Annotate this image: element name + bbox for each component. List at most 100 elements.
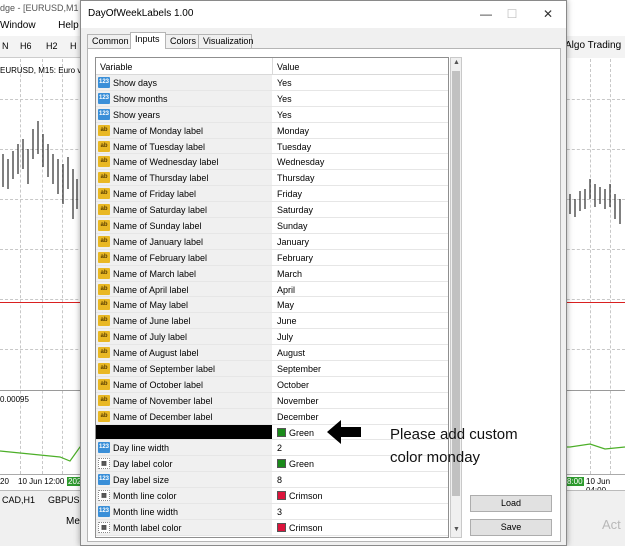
value-cell[interactable]: Monday: [273, 122, 448, 138]
input-row[interactable]: ab Name of March label March: [96, 265, 448, 282]
input-row[interactable]: ab Name of September label September: [96, 361, 448, 377]
input-row[interactable]: ab Name of October label October: [96, 376, 448, 393]
value-text: 2: [277, 443, 283, 454]
input-row[interactable]: ▦ Month line color Crimson: [96, 488, 448, 505]
value-text: February: [277, 252, 314, 263]
variable-cell: ab Name of Tuesday label: [96, 138, 272, 154]
value-cell[interactable]: May: [273, 297, 448, 313]
algo-trading-button[interactable]: Algo Trading: [565, 36, 625, 58]
input-row[interactable]: ab Name of August label August: [96, 345, 448, 362]
value-cell[interactable]: Crimson: [273, 519, 448, 535]
value-cell[interactable]: Yes: [273, 106, 448, 122]
value-text: December: [277, 411, 319, 422]
value-cell[interactable]: July: [273, 329, 448, 345]
scroll-up-icon[interactable]: ▲: [452, 59, 461, 69]
variable-label: Name of December label: [113, 411, 213, 422]
variable-cell: ab Name of June label: [96, 313, 272, 329]
input-row[interactable]: ab Name of Friday label Friday: [96, 186, 448, 203]
value-text: March: [277, 268, 303, 279]
load-button[interactable]: Load: [470, 495, 552, 512]
close-icon[interactable]: ✕: [533, 4, 563, 24]
value-text: Tuesday: [277, 141, 312, 152]
value-cell[interactable]: January: [273, 233, 448, 249]
value-cell[interactable]: Yes: [273, 75, 448, 90]
color-type-icon: ▦: [98, 458, 110, 470]
tab-inputs[interactable]: Inputs: [130, 32, 166, 49]
column-header-value[interactable]: Value: [277, 62, 299, 72]
value-text: April: [277, 284, 296, 295]
annotation-note: Please add custom color monday: [390, 423, 560, 469]
variable-cell: ▦ Day label color: [96, 456, 272, 472]
input-row[interactable]: 123 Day label size 8: [96, 472, 448, 489]
chart-tab[interactable]: CAD,H1: [2, 495, 35, 505]
value-cell[interactable]: Friday: [273, 186, 448, 202]
input-row[interactable]: ab Name of July label July: [96, 329, 448, 346]
value-cell[interactable]: November: [273, 392, 448, 408]
value-cell[interactable]: Yes: [273, 90, 448, 106]
variable-label: Month line color: [113, 491, 177, 502]
value-cell[interactable]: March: [273, 265, 448, 281]
timeframe-button[interactable]: H6: [20, 41, 32, 51]
maximize-icon: ☐: [506, 7, 518, 21]
value-cell[interactable]: Tuesday: [273, 138, 448, 154]
number-type-icon: 123: [98, 108, 110, 120]
input-row[interactable]: ab Name of May label May: [96, 297, 448, 314]
string-type-icon: ab: [98, 124, 110, 136]
input-row[interactable]: ab Name of November label November: [96, 392, 448, 409]
tab-common[interactable]: Common: [87, 34, 131, 48]
string-type-icon: ab: [98, 378, 110, 390]
tab-visualization[interactable]: Visualization: [198, 34, 253, 48]
input-row[interactable]: 123 Show years Yes: [96, 106, 448, 123]
value-text: June: [277, 316, 297, 327]
value-cell[interactable]: October: [273, 376, 448, 392]
input-row[interactable]: 123 Show months Yes: [96, 90, 448, 107]
dialog-titlebar[interactable]: DayOfWeekLabels 1.00 — ☐ ✕: [81, 1, 566, 28]
input-row[interactable]: ab Name of February label February: [96, 249, 448, 266]
input-row[interactable]: ab Name of Wednesday label Wednesday: [96, 154, 448, 171]
input-row[interactable]: ab Name of Thursday label Thursday: [96, 170, 448, 187]
value-cell[interactable]: August: [273, 345, 448, 361]
menu-window[interactable]: Window: [0, 20, 36, 31]
input-row[interactable]: ab Name of January label January: [96, 233, 448, 250]
timeframe-button[interactable]: H2: [46, 41, 58, 51]
input-row[interactable]: ab Name of Saturday label Saturday: [96, 202, 448, 219]
variable-cell: ab Name of August label: [96, 345, 272, 361]
value-cell[interactable]: Saturday: [273, 202, 448, 218]
value-cell[interactable]: February: [273, 249, 448, 265]
input-row[interactable]: ab Name of Tuesday label Tuesday: [96, 138, 448, 155]
value-cell[interactable]: Thursday: [273, 170, 448, 186]
color-swatch: [277, 491, 286, 501]
input-row[interactable]: ▦ Month label color Crimson: [96, 519, 448, 536]
value-text: August: [277, 348, 306, 359]
input-row[interactable]: 123 Show days Yes: [96, 75, 448, 91]
value-cell[interactable]: Sunday: [273, 218, 448, 233]
value-cell[interactable]: Wednesday: [273, 154, 448, 170]
save-button[interactable]: Save: [470, 519, 552, 536]
input-row[interactable]: 123 Month line width 3: [96, 504, 448, 520]
string-type-icon: ab: [98, 410, 110, 422]
input-row[interactable]: ab Name of April label April: [96, 281, 448, 298]
string-type-icon: ab: [98, 299, 110, 311]
input-row[interactable]: ab Name of Sunday label Sunday: [96, 218, 448, 234]
tab-colors[interactable]: Colors: [165, 34, 199, 48]
input-row[interactable]: ab Name of Monday label Monday: [96, 122, 448, 139]
timeframe-button[interactable]: H: [70, 41, 77, 51]
value-cell[interactable]: December: [273, 408, 448, 424]
input-row[interactable]: ab Name of June label June: [96, 313, 448, 330]
menu-help[interactable]: Help: [58, 20, 79, 31]
value-cell[interactable]: June: [273, 313, 448, 329]
timeframe-button[interactable]: N: [2, 41, 9, 51]
scroll-down-icon[interactable]: ▼: [452, 526, 461, 536]
string-type-icon: ab: [98, 315, 110, 327]
value-cell[interactable]: April: [273, 281, 448, 297]
value-cell[interactable]: September: [273, 361, 448, 376]
value-cell[interactable]: 3: [273, 504, 448, 519]
variable-label: Name of Monday label: [113, 125, 204, 136]
column-separator[interactable]: [272, 58, 273, 75]
chart-symbol-label: EURUSD, M15: Euro v: [0, 66, 82, 75]
value-text: Wednesday: [277, 157, 325, 168]
value-cell[interactable]: 8: [273, 472, 448, 488]
variable-cell: ▦ Month line color: [96, 488, 272, 504]
value-cell[interactable]: Crimson: [273, 488, 448, 504]
column-header-variable[interactable]: Variable: [100, 62, 132, 72]
